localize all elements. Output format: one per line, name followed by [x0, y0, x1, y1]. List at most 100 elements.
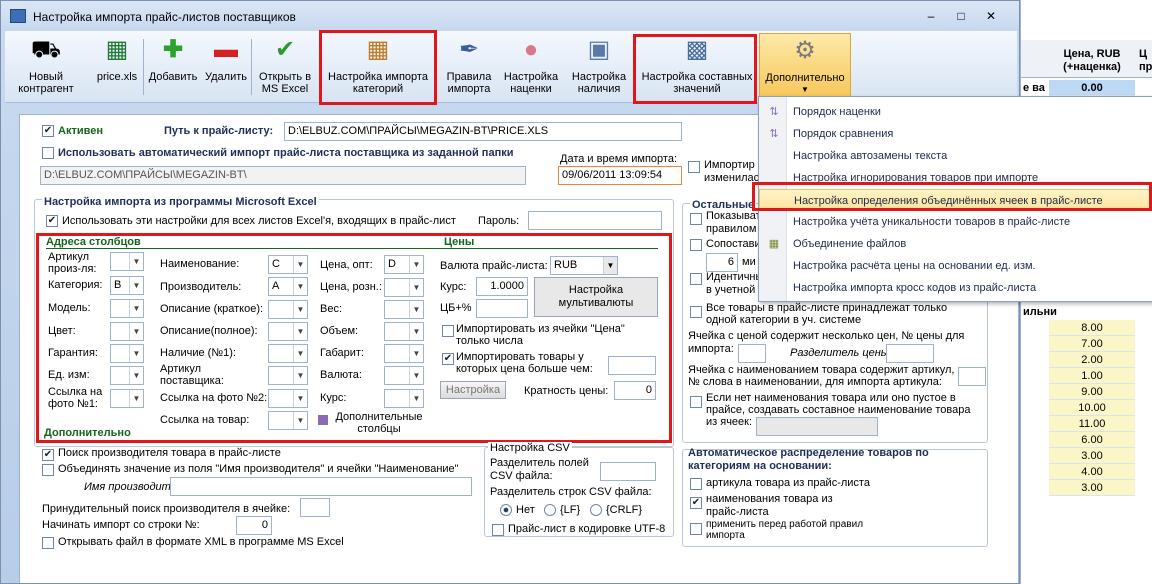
markup-button[interactable]: ● Настройка наценки: [499, 33, 563, 99]
category-column-select[interactable]: B ▼: [110, 276, 144, 295]
menu-item-unit-price[interactable]: Настройка расчёта цены на основании ед. …: [759, 255, 1152, 277]
photo2-column-select[interactable]: ▼: [268, 389, 308, 408]
combine-name-checkbox[interactable]: [42, 464, 54, 476]
maximize-icon[interactable]: □: [947, 7, 975, 25]
menu-item-label: Порядок наценки: [793, 106, 881, 118]
date-input[interactable]: 09/06/2011 13:09:54: [558, 166, 682, 185]
menu-item-uniqueness[interactable]: Настройка учёта уникальности товаров в п…: [759, 211, 1152, 233]
additional-button[interactable]: ⚙ Дополнительно ▼: [759, 33, 851, 99]
folder-input[interactable]: D:\ELBUZ.COM\ПРАЙСЫ\MEGAZIN-BT\: [40, 166, 526, 185]
grid-cell[interactable]: 10.00: [1049, 400, 1135, 416]
compare-checkbox[interactable]: [690, 239, 702, 251]
article-column-select[interactable]: ▼: [110, 252, 144, 271]
rate-column-select[interactable]: ▼: [384, 389, 424, 408]
composite-name-input[interactable]: [756, 417, 878, 436]
article-in-name-input[interactable]: [958, 367, 986, 386]
use-settings-checkbox[interactable]: ✔: [46, 215, 58, 227]
availability-button[interactable]: ▣ Настройка наличия: [567, 33, 631, 99]
volume-column-select[interactable]: ▼: [384, 322, 424, 341]
model-column-select[interactable]: ▼: [110, 299, 144, 318]
composite-name-checkbox[interactable]: [690, 396, 702, 408]
identical-checkbox[interactable]: [690, 273, 702, 285]
price-opt-column-select[interactable]: D ▼: [384, 255, 424, 274]
size-column-select[interactable]: ▼: [384, 344, 424, 363]
add-button[interactable]: ✚ Добавить: [145, 33, 201, 99]
password-input[interactable]: [528, 211, 662, 230]
menu-item-cross-codes[interactable]: Настройка импорта кросс кодов из прайс-л…: [759, 277, 1152, 299]
utf8-label: Прайс-лист в кодировке UTF-8: [508, 523, 666, 535]
by-article-checkbox[interactable]: [690, 478, 702, 490]
active-checkbox[interactable]: ✔: [42, 125, 54, 137]
price-retail-column-select[interactable]: ▼: [384, 278, 424, 297]
price-greater-input[interactable]: [608, 356, 656, 375]
price-xls-button[interactable]: ▦ price.xls: [89, 33, 145, 99]
path-input[interactable]: D:\ELBUZ.COM\ПРАЙСЫ\MEGAZIN-BT\PRICE.XLS: [284, 122, 682, 141]
supplier-article-column-select[interactable]: ▼: [268, 366, 308, 385]
grid-cell[interactable]: 3.00: [1049, 448, 1135, 464]
menu-item-autoreplace[interactable]: Настройка автозамены текста: [759, 145, 1152, 167]
price-sep-input[interactable]: [886, 344, 934, 363]
unit-column-select[interactable]: ▼: [110, 366, 144, 385]
utf8-checkbox[interactable]: [492, 524, 504, 536]
apply-rules-checkbox[interactable]: [690, 523, 702, 535]
force-search-input[interactable]: [300, 498, 330, 517]
grid-cell[interactable]: 11.00: [1049, 416, 1135, 432]
delete-button[interactable]: ▬ Удалить: [201, 33, 251, 99]
menu-item-compare-order[interactable]: ⇅ Порядок сравнения: [759, 123, 1152, 145]
price-only-numbers-checkbox[interactable]: [442, 325, 454, 337]
extra-columns-link[interactable]: Дополнительные столбцы: [318, 411, 426, 437]
open-excel-button[interactable]: ✔ Открыть в MS Excel: [253, 33, 317, 99]
settings-button[interactable]: Настройка: [440, 381, 506, 399]
csv-title: Настройка CSV: [488, 442, 572, 454]
price-currency-select[interactable]: RUB ▼: [550, 256, 618, 275]
multicurrency-button[interactable]: Настройка мультивалюты: [534, 277, 658, 317]
maker-name-input[interactable]: [170, 477, 472, 496]
grid-cell[interactable]: 8.00: [1049, 320, 1135, 336]
weight-column-select[interactable]: ▼: [384, 300, 424, 319]
csv-crlf-radio[interactable]: [590, 504, 602, 516]
menu-item-markup-order[interactable]: ⇅ Порядок наценки: [759, 101, 1152, 123]
grid-cell[interactable]: 7.00: [1049, 336, 1135, 352]
show-checkbox[interactable]: [690, 213, 702, 225]
grid-cell[interactable]: 3.00: [1049, 480, 1135, 496]
multi-price-input[interactable]: [738, 344, 766, 363]
import-rules-button[interactable]: ✒ Правила импорта: [441, 33, 497, 99]
compare-minutes-input[interactable]: 6: [706, 253, 738, 272]
by-name-checkbox[interactable]: ✔: [690, 497, 702, 509]
search-maker-checkbox[interactable]: ✔: [42, 449, 54, 461]
import-changed-checkbox[interactable]: [688, 161, 700, 173]
cb-input[interactable]: [476, 299, 528, 318]
product-link-column-select[interactable]: ▼: [268, 411, 308, 430]
color-column-select[interactable]: ▼: [110, 322, 144, 341]
grid-cell[interactable]: 2.00: [1049, 352, 1135, 368]
close-icon[interactable]: ✕: [977, 7, 1005, 25]
open-xml-checkbox[interactable]: [42, 537, 54, 549]
availability-column-select[interactable]: ▼: [268, 344, 308, 363]
grid-cell[interactable]: 4.00: [1049, 464, 1135, 480]
auto-import-checkbox[interactable]: [42, 147, 54, 159]
name-column-select[interactable]: C ▼: [268, 255, 308, 274]
desc-full-column-select[interactable]: ▼: [268, 322, 308, 341]
all-goods-checkbox[interactable]: [690, 306, 702, 318]
new-supplier-button[interactable]: ⛟ Новый контрагент: [13, 33, 79, 99]
menu-item-merge-files[interactable]: ▦ Объединение файлов: [759, 233, 1152, 255]
desc-short-column-select[interactable]: ▼: [268, 300, 308, 319]
grid-cell[interactable]: 0.00: [1049, 80, 1135, 96]
grid-cell[interactable]: 1.00: [1049, 368, 1135, 384]
warranty-column-select[interactable]: ▼: [110, 344, 144, 363]
rate2-input[interactable]: 1.0000: [476, 277, 528, 296]
maker-column-select[interactable]: A ▼: [268, 277, 308, 296]
truck-icon: ⛟: [30, 36, 62, 63]
start-row-input[interactable]: 0: [236, 516, 272, 535]
open-xml-label: Открывать файл в формате XML в программе…: [58, 536, 344, 548]
photo-link-column-select[interactable]: ▼: [110, 389, 144, 408]
grid-cell[interactable]: 6.00: [1049, 432, 1135, 448]
minimize-icon[interactable]: –: [917, 7, 945, 25]
grid-cell[interactable]: 9.00: [1049, 384, 1135, 400]
price-multiplicity-input[interactable]: 0: [614, 381, 656, 400]
csv-none-radio[interactable]: [500, 504, 512, 516]
currency-column-select[interactable]: ▼: [384, 366, 424, 385]
csv-field-sep-input[interactable]: [600, 462, 656, 481]
csv-lf-radio[interactable]: [544, 504, 556, 516]
price-greater-checkbox[interactable]: ✔: [442, 353, 454, 365]
